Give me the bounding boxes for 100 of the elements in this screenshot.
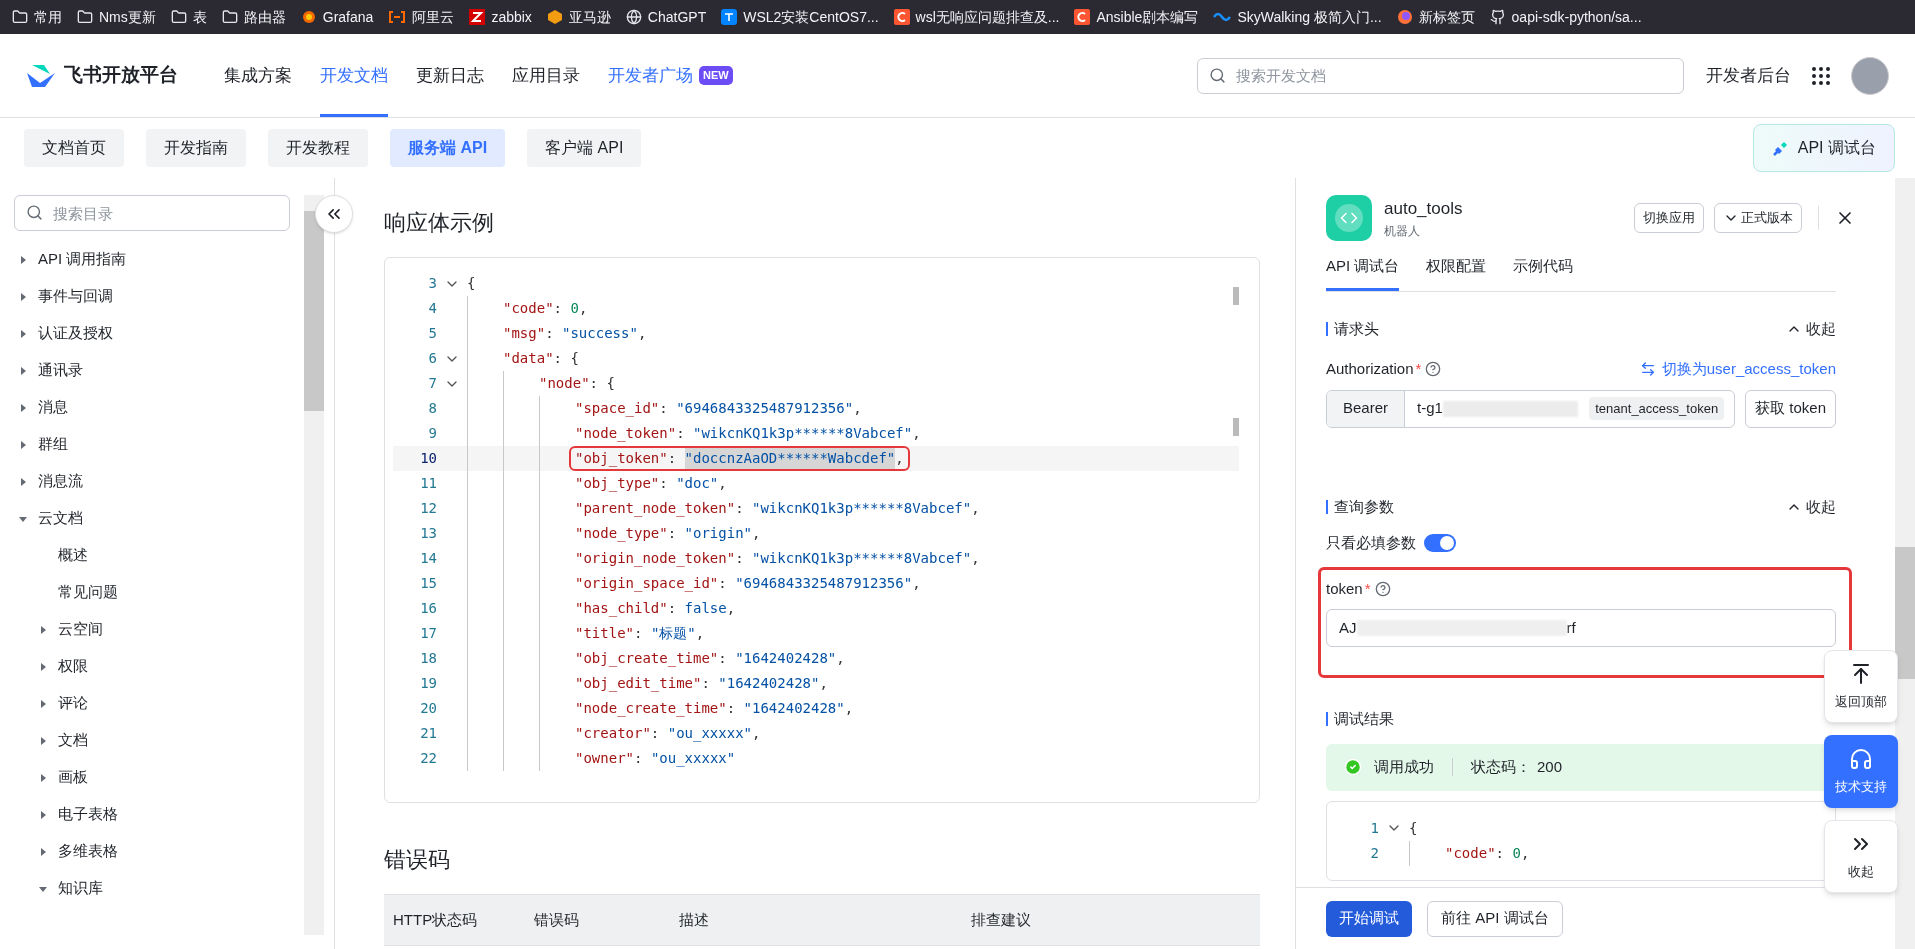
sidebar-search-field[interactable]: 搜索目录 — [14, 195, 290, 231]
code-line: "title": "标题", — [575, 624, 705, 643]
floating-button[interactable]: 返回顶部 — [1824, 650, 1898, 723]
caret-right-icon — [18, 402, 28, 413]
square-icon — [469, 9, 486, 25]
code-line: "creator": "ou_xxxxx", — [575, 724, 761, 744]
section-heading: 错误码 — [384, 846, 451, 874]
sidebar-item[interactable]: 文档 — [58, 729, 88, 752]
scrollbar[interactable] — [304, 195, 324, 935]
line-number: 9 — [427, 424, 437, 443]
bookmark[interactable]: 阿里云 — [388, 6, 455, 28]
search-icon — [26, 204, 43, 221]
floating-button[interactable]: 技术支持 — [1824, 735, 1898, 808]
sidebar-item[interactable]: 群组 — [38, 433, 68, 456]
doc-tab[interactable]: 服务端 API — [390, 129, 506, 167]
status-text: 调用成功 — [1374, 756, 1434, 777]
line-number: 7 — [427, 374, 437, 393]
bookmark[interactable]: 新标签页 — [1396, 6, 1475, 28]
panel-tab[interactable]: API 调试台 — [1326, 255, 1400, 291]
sidebar-item[interactable]: 知识库 — [58, 877, 103, 900]
bookmark[interactable]: 表 — [170, 6, 207, 28]
nav-link[interactable]: 开发者广场 — [608, 34, 693, 117]
sidebar-item[interactable]: 概述 — [58, 544, 88, 567]
console-link[interactable]: 开发者后台 — [1706, 62, 1791, 89]
app-name: auto_tools — [1384, 198, 1463, 221]
doc-tab[interactable]: 开发教程 — [268, 129, 368, 167]
version-dropdown[interactable]: 正式版本 — [1714, 203, 1802, 233]
nav-link[interactable]: 应用目录 — [512, 34, 580, 117]
line-number: 6 — [427, 349, 437, 368]
line-number: 1 — [1369, 818, 1379, 838]
nav-link[interactable]: 更新日志 — [416, 34, 484, 117]
sidebar-item[interactable]: 多维表格 — [58, 840, 118, 863]
caret-right-icon — [38, 772, 48, 783]
bookmark[interactable]: 常用 — [12, 6, 62, 28]
bookmark[interactable]: Ansible剧本编写 — [1074, 6, 1199, 28]
api-console-button[interactable]: API 调试台 — [1752, 124, 1895, 172]
field-value: t-g1 — [1417, 398, 1443, 419]
sidebar-item[interactable]: 通讯录 — [38, 359, 83, 382]
check-icon — [1344, 758, 1362, 776]
sidebar-item[interactable]: 云空间 — [58, 618, 103, 641]
sidebar-item[interactable]: 常见问题 — [58, 581, 118, 604]
logo-text: 飞书开放平台 — [64, 63, 178, 88]
bookmark[interactable]: WSL2安装CentOS7... — [721, 6, 879, 28]
bookmark[interactable]: Grafana — [300, 6, 374, 28]
github-icon — [1489, 9, 1506, 25]
bookmark[interactable]: zabbix — [469, 6, 532, 28]
goto-console-button[interactable]: 前往 API 调试台 — [1427, 900, 1563, 937]
doc-tab[interactable]: 文档首页 — [24, 129, 124, 167]
bookmark[interactable]: SkyWalking 极简入门... — [1213, 6, 1382, 28]
panel-tab[interactable]: 示例代码 — [1513, 255, 1574, 291]
collapse-button[interactable]: 收起 — [1786, 495, 1836, 518]
bookmark[interactable]: wsl无响应问题排查及... — [893, 6, 1060, 28]
line-number: 14 — [419, 549, 437, 568]
code-line: "obj_create_time": "1642402428", — [575, 649, 845, 669]
sidebar-item[interactable]: 认证及授权 — [38, 322, 113, 345]
switch-token-link[interactable]: 切换为user_access_token — [1639, 358, 1836, 381]
code-line: "obj_type": "doc", — [575, 474, 727, 494]
doc-tab[interactable]: 客户端 API — [527, 129, 642, 167]
code-line: "origin_space_id": "6946843325487912356", — [575, 574, 921, 594]
bookmark[interactable]: Nms更新 — [77, 6, 156, 28]
search-field[interactable]: 搜索开发文档 — [1197, 57, 1684, 94]
toggle-switch[interactable] — [1424, 534, 1456, 553]
sidebar-item[interactable]: 电子表格 — [58, 803, 118, 826]
nav-link[interactable]: 集成方案 — [224, 34, 292, 117]
status-code: 200 — [1537, 756, 1563, 777]
panel-tab[interactable]: 权限配置 — [1426, 255, 1487, 291]
scrollbar[interactable] — [1895, 178, 1915, 949]
bookmark[interactable]: ChatGPT — [625, 6, 707, 28]
collapse-button[interactable]: 收起 — [1786, 317, 1836, 340]
sidebar-item[interactable]: 消息 — [38, 396, 68, 419]
bookmark[interactable]: 亚马逊 — [546, 6, 611, 28]
scroll-marker — [1233, 418, 1239, 436]
sidebar-item[interactable]: API 调用指南 — [38, 248, 127, 271]
sidebar-item[interactable]: 画板 — [58, 766, 88, 789]
bookmark[interactable]: 路由器 — [221, 6, 286, 28]
caret-right-icon — [38, 624, 48, 635]
line-number: 10 — [419, 449, 437, 468]
bookmark[interactable]: oapi-sdk-python/sa... — [1489, 6, 1642, 28]
sidebar-item[interactable]: 权限 — [58, 655, 88, 678]
avatar[interactable] — [1851, 56, 1889, 95]
line-number: 3 — [427, 274, 437, 293]
help-icon — [1374, 580, 1391, 597]
sidebar-item[interactable]: 消息流 — [38, 470, 83, 493]
nav-link[interactable]: 开发文档 — [320, 34, 388, 117]
token-field[interactable]: AJ rf — [1326, 609, 1836, 647]
sidebar-item[interactable]: 云文档 — [38, 507, 83, 530]
help-icon — [1425, 361, 1442, 378]
sidebar-item[interactable]: 事件与回调 — [38, 285, 113, 308]
floating-button[interactable]: 收起 — [1824, 820, 1898, 893]
authorization-field[interactable]: Bearer t-g1 tenant_access_token — [1326, 389, 1736, 428]
column-header: 排查建议 — [971, 909, 1031, 930]
sidebar-item[interactable]: 评论 — [58, 692, 88, 715]
doc-tab[interactable]: 开发指南 — [146, 129, 246, 167]
line-number: 20 — [419, 699, 437, 718]
headset-icon — [1849, 746, 1873, 771]
switch-app-button[interactable]: 切换应用 — [1634, 203, 1704, 233]
field-value: AJ — [1339, 617, 1357, 638]
run-button[interactable]: 开始调试 — [1326, 900, 1412, 937]
get-token-button[interactable]: 获取 token — [1745, 389, 1836, 428]
folder-icon — [77, 9, 93, 25]
